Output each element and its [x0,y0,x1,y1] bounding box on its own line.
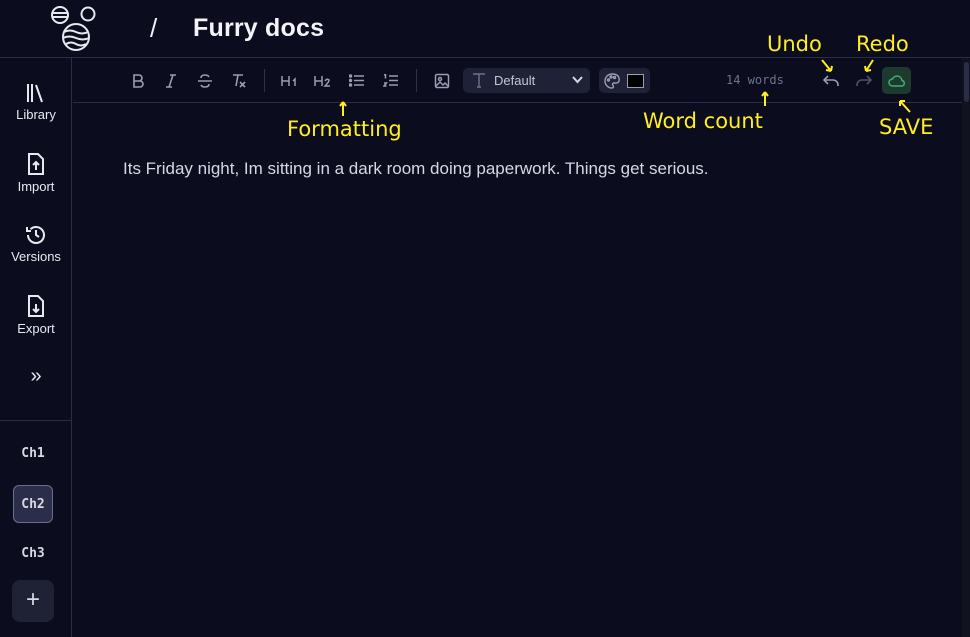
sidebar-item-label: Export [17,321,55,336]
annotation-arrow-save [899,100,911,113]
annotation-arrow-formatting [339,101,347,116]
word-count: 14 words [726,73,784,87]
italic-button[interactable] [159,58,183,103]
annotation-redo: Redo [856,32,909,56]
sidebar-item-versions[interactable]: Versions [0,224,72,264]
add-chapter-button[interactable]: + [12,580,54,622]
clear-format-button[interactable] [227,58,251,103]
scrollbar-thumb[interactable] [964,62,969,102]
chapter-button-ch3[interactable]: Ch3 [13,535,53,573]
save-button[interactable] [882,67,911,94]
sidebar-item-label: Library [16,107,56,122]
toolbar-divider [264,69,265,92]
plus-icon: + [25,586,40,613]
chapter-button-ch2[interactable]: Ch2 [13,485,53,523]
cloud-icon [887,75,905,87]
history-icon [26,226,45,244]
italic-icon [166,73,176,88]
library-icon [27,84,43,103]
sidebar-item-import[interactable]: Import [0,152,72,194]
bullet-list-button[interactable] [345,58,369,103]
scrollbar-track[interactable] [962,58,970,637]
document-title[interactable]: Furry docs [193,14,324,43]
annotation-arrow-undo [821,59,833,72]
heading-1-icon [281,75,296,86]
annotation-undo: Undo [767,32,822,56]
heading-2-icon [314,75,330,87]
breadcrumb-separator: / [150,13,158,43]
bold-button[interactable] [126,58,150,103]
heading-1-button[interactable] [278,58,302,103]
font-family-value: Default [494,73,536,88]
ordered-list-button[interactable] [379,58,403,103]
app-header: / Furry docs [0,0,970,58]
chevron-down-icon [572,76,583,84]
app-logo[interactable] [48,5,100,53]
sidebar-item-label: Versions [11,249,61,264]
strikethrough-icon [198,73,212,88]
sidebar-item-label: Import [17,179,55,194]
bullet-list-icon [349,74,364,87]
palette-icon [604,73,620,89]
sidebar-divider [0,420,72,421]
sidebar-item-library[interactable]: Library [0,82,72,122]
bold-icon [133,73,144,88]
double-chevron-right-icon: » [30,365,42,387]
editor-content[interactable]: Its Friday night, Im sitting in a dark r… [123,159,923,179]
ordered-list-icon [383,74,398,87]
sidebar-expand-button[interactable]: » [0,365,72,388]
chapter-button-ch1[interactable]: Ch1 [13,435,53,473]
font-family-select[interactable]: Default [463,68,590,93]
sidebar: Library Import Versions Export » Ch1 Ch2… [0,58,72,637]
image-icon [434,73,450,88]
annotation-word-count: Word count [643,109,763,133]
annotation-arrow-redo [864,59,874,72]
annotation-formatting: Formatting [287,117,402,141]
text-type-icon [473,73,485,88]
annotation-save: SAVE [879,115,934,139]
export-icon [28,295,44,317]
text-color-swatch [627,74,644,88]
toolbar-divider [416,69,417,92]
sidebar-item-export[interactable]: Export [0,294,72,336]
text-color-picker[interactable] [599,68,650,93]
import-icon [28,153,44,175]
heading-2-button[interactable] [311,58,335,103]
insert-image-button[interactable] [430,58,454,103]
clear-format-icon [233,74,246,88]
annotation-arrow-word-count [761,91,769,106]
strikethrough-button[interactable] [193,58,217,103]
